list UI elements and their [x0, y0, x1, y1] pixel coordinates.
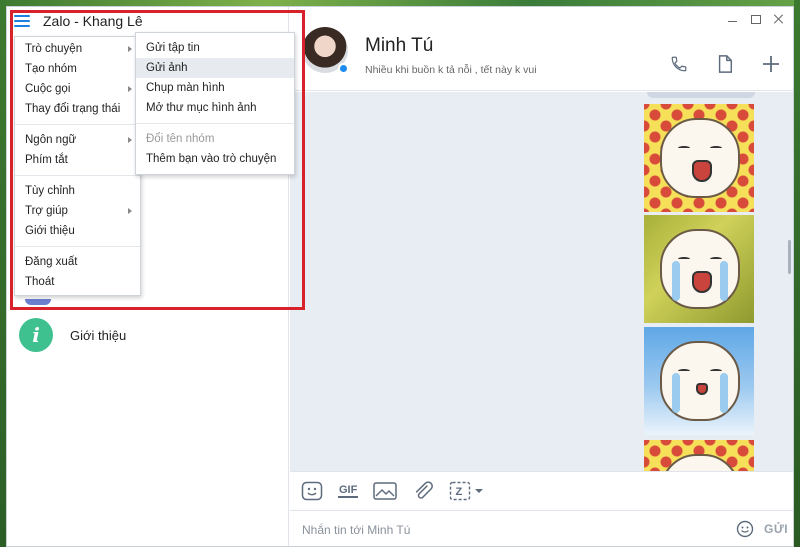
minimize-icon[interactable] [727, 13, 739, 25]
menu-item-label: Tạo nhóm [25, 63, 77, 75]
menu-item-chat[interactable]: Trò chuyện [15, 39, 140, 59]
menu-item-quit[interactable]: Thoát [15, 272, 140, 292]
menu-item-label: Đăng xuất [25, 256, 78, 268]
menu-item-calls[interactable]: Cuộc gọi [15, 79, 140, 99]
sidebar-item-label: Giới thiệu [70, 327, 127, 343]
zalo-window: Zalo - Khang Lê i Giới thiệu Trò chuyện … [6, 6, 794, 547]
maximize-icon[interactable] [751, 15, 761, 24]
file-icon[interactable] [713, 52, 737, 76]
composer-toolbar: GIF Z [290, 471, 793, 511]
phone-icon[interactable] [667, 52, 691, 76]
gif-label: GIF [338, 484, 359, 498]
menu-item-label: Ngôn ngữ [25, 134, 77, 146]
attachment-icon[interactable] [412, 480, 434, 502]
image-icon[interactable] [373, 480, 398, 502]
chevron-right-icon [128, 137, 132, 143]
menu-item-help[interactable]: Trợ giúp [15, 201, 140, 221]
menu-divider [15, 124, 140, 125]
scrollbar-thumb[interactable] [788, 240, 791, 274]
menu-item-label: Phím tắt [25, 154, 68, 166]
submenu-item-open-image-folder[interactable]: Mở thư mục hình ảnh [136, 98, 294, 118]
send-button[interactable]: GỬI [764, 522, 788, 536]
info-icon: i [19, 318, 53, 352]
main-menu: Trò chuyện Tạo nhóm Cuộc gọi Thay đổi tr… [14, 36, 141, 296]
contact-avatar-partial [25, 299, 51, 305]
sticker-character [660, 229, 740, 309]
menu-item-label: Trò chuyện [25, 43, 83, 55]
chevron-right-icon [128, 86, 132, 92]
chat-submenu: Gửi tập tin Gửi ảnh Chụp màn hình Mở thư… [135, 32, 295, 175]
sticker-message[interactable] [644, 104, 754, 212]
message-bubble [647, 92, 755, 98]
menu-item-label: Đổi tên nhóm [146, 133, 215, 145]
screenshot-icon[interactable]: Z [449, 480, 485, 502]
menu-item-label: Tùy chỉnh [25, 185, 75, 197]
menu-item-create-group[interactable]: Tạo nhóm [15, 59, 140, 79]
chat-header: Minh Tú Nhiều khi buồn k tả nỗi , tết nà… [290, 7, 793, 91]
sticker-message[interactable] [644, 327, 754, 435]
menu-divider [136, 123, 294, 124]
composer: GỬI [290, 512, 793, 546]
emoji-icon[interactable] [736, 520, 754, 538]
close-icon[interactable] [773, 13, 785, 25]
window-controls [727, 13, 785, 25]
sticker-character [660, 454, 740, 471]
sidebar-item-about[interactable]: i Giới thiệu [7, 315, 289, 355]
chat-pane: Minh Tú Nhiều khi buồn k tả nỗi , tết nà… [290, 7, 793, 546]
menu-item-label: Cuộc gọi [25, 83, 71, 95]
menu-item-language[interactable]: Ngôn ngữ [15, 130, 140, 150]
add-icon[interactable] [759, 52, 783, 76]
submenu-item-screenshot[interactable]: Chụp màn hình [136, 78, 294, 98]
menu-item-shortcuts[interactable]: Phím tắt [15, 150, 140, 170]
menu-item-label: Trợ giúp [25, 205, 68, 217]
menu-item-change-status[interactable]: Thay đổi trạng thái [15, 99, 140, 119]
menu-item-label: Gửi ảnh [146, 62, 188, 74]
menu-item-customize[interactable]: Tùy chỉnh [15, 181, 140, 201]
sticker-message[interactable] [644, 440, 754, 471]
submenu-item-rename-group: Đổi tên nhóm [136, 129, 294, 149]
contact-status: Nhiều khi buồn k tả nỗi , tết này k vui [365, 64, 537, 76]
submenu-item-add-friend[interactable]: Thêm bạn vào trò chuyện [136, 149, 294, 169]
desktop-background-right [794, 0, 800, 547]
menu-item-label: Mở thư mục hình ảnh [146, 102, 257, 114]
chevron-right-icon [128, 46, 132, 52]
svg-text:Z: Z [456, 486, 463, 498]
message-input[interactable] [302, 521, 702, 539]
hamburger-menu-icon[interactable] [14, 15, 30, 27]
sticker-message[interactable] [644, 215, 754, 323]
menu-item-label: Thoát [25, 276, 55, 288]
menu-item-label: Chụp màn hình [146, 82, 225, 94]
titlebar: Zalo - Khang Lê [7, 7, 289, 35]
sticker-character [660, 341, 740, 421]
gif-button[interactable]: GIF [338, 480, 359, 502]
submenu-item-send-photo[interactable]: Gửi ảnh [136, 58, 294, 78]
app-title: Zalo - Khang Lê [43, 13, 143, 29]
chevron-right-icon [128, 208, 132, 214]
menu-divider [15, 175, 140, 176]
sticker-icon[interactable] [301, 480, 323, 502]
online-status-dot [338, 63, 349, 74]
menu-item-about[interactable]: Giới thiệu [15, 221, 140, 241]
header-actions [667, 52, 783, 76]
message-list[interactable] [290, 92, 793, 471]
menu-item-logout[interactable]: Đăng xuất [15, 252, 140, 272]
menu-item-label: Gửi tập tin [146, 42, 200, 54]
menu-item-label: Thêm bạn vào trò chuyện [146, 153, 277, 165]
menu-item-label: Giới thiệu [25, 225, 75, 237]
menu-divider [15, 246, 140, 247]
contact-name[interactable]: Minh Tú [365, 35, 433, 57]
submenu-item-send-file[interactable]: Gửi tập tin [136, 38, 294, 58]
menu-item-label: Thay đổi trạng thái [25, 103, 121, 115]
sticker-character [660, 118, 740, 198]
